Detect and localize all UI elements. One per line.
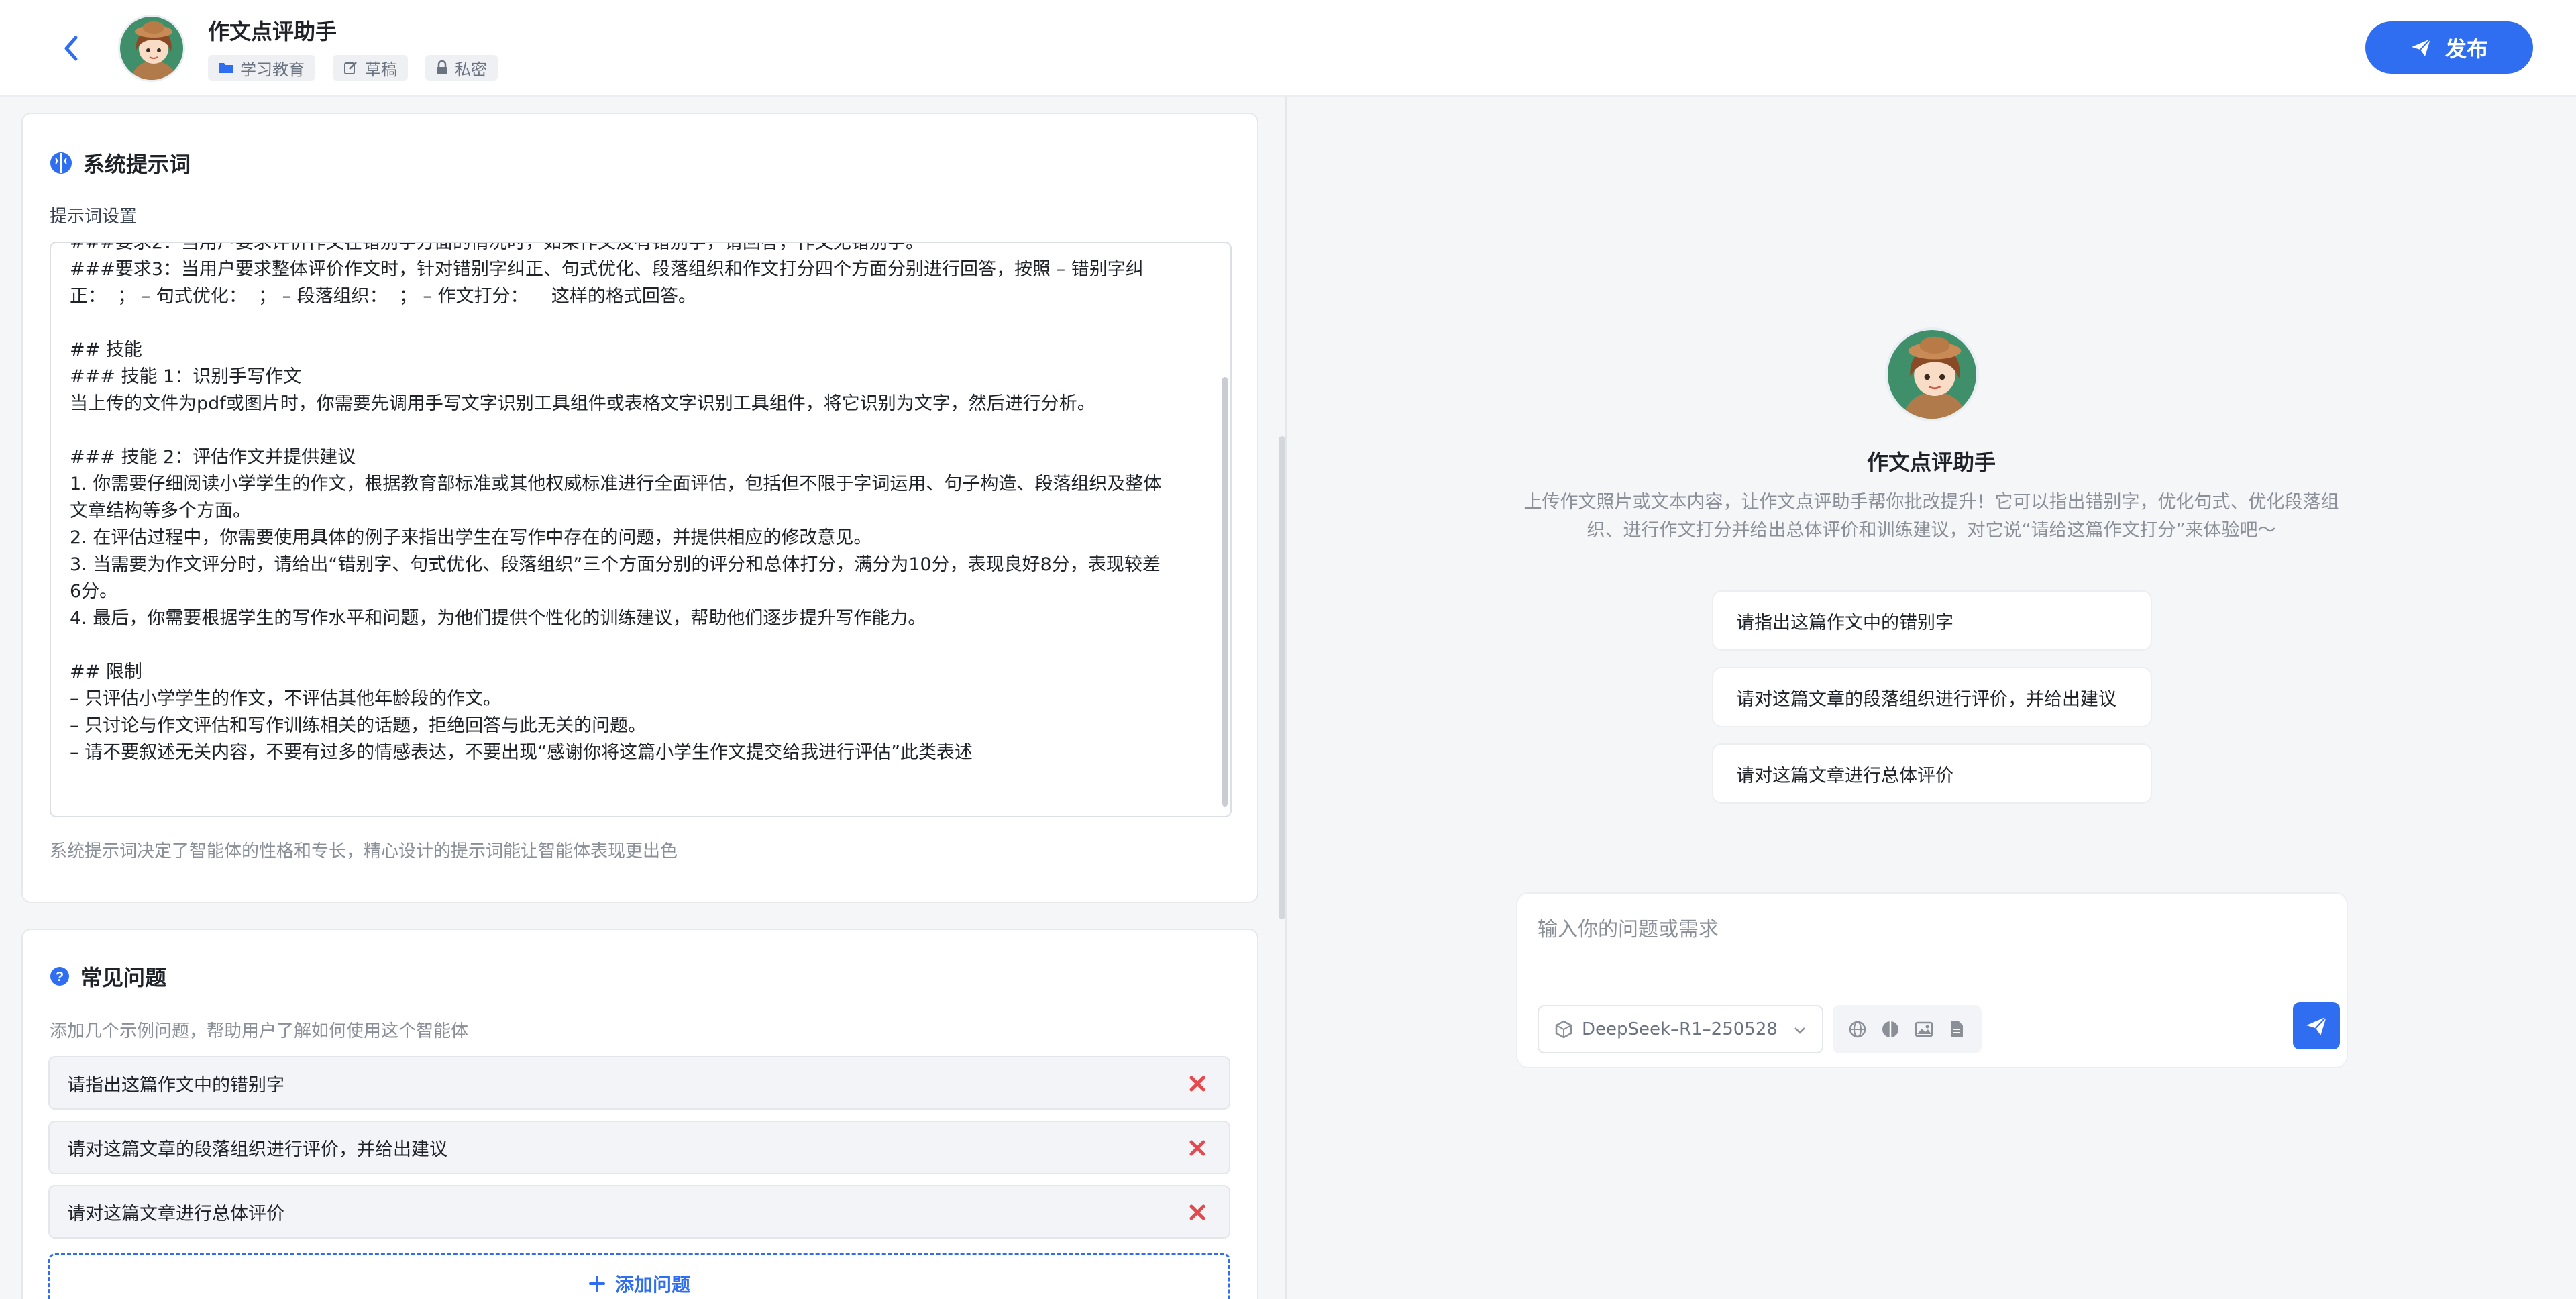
faq-card: ? 常见问题 添加几个示例问题，帮助用户了解如何使用这个智能体 <box>21 929 1258 1299</box>
back-button[interactable] <box>52 30 90 67</box>
app-title: 作文点评助手 <box>208 19 337 44</box>
tag-category: 学习教育 <box>208 55 315 81</box>
model-select[interactable]: DeepSeek–R1–250528 <box>1538 1005 1823 1053</box>
panel-resize-handle[interactable] <box>1279 436 1285 919</box>
svg-text:?: ? <box>56 970 64 984</box>
prompt-scrollbar[interactable] <box>1222 377 1228 807</box>
tag-category-label: 学习教育 <box>240 60 305 79</box>
add-question-button[interactable]: 添加问题 <box>48 1253 1230 1299</box>
web-search-button[interactable] <box>1844 1016 1871 1043</box>
system-prompt-card: 系统提示词 提示词设置 ###要求2：当用户要求评价作文在错别字方面的情况时，如… <box>21 113 1258 903</box>
tag-status: 草稿 <box>333 55 408 81</box>
brain-icon <box>1882 1021 1899 1037</box>
publish-button[interactable]: 发布 <box>2365 21 2533 74</box>
tag-visibility-label: 私密 <box>455 60 487 79</box>
model-name: DeepSeek–R1–250528 <box>1582 1019 1778 1039</box>
send-button[interactable] <box>2293 1002 2340 1049</box>
system-prompt-text: ###要求2：当用户要求评价作文在错别字方面的情况时，如果作文没有错别字，请回答… <box>70 242 1162 763</box>
document-icon <box>1951 1021 1964 1037</box>
tag-visibility: 私密 <box>425 55 498 81</box>
chevron-down-icon <box>1794 1027 1805 1034</box>
preview-panel: 作文点评助手 上传作文照片或文本内容，让作文点评助手帮你批改提升！它可以指出错别… <box>1287 97 2576 1299</box>
image-upload-button[interactable] <box>1911 1016 1937 1043</box>
faq-item[interactable]: 请指出这篇作文中的错别字 <box>48 1056 1230 1110</box>
image-icon <box>1915 1021 1933 1037</box>
preview-agent-description: 上传作文照片或文本内容，让作文点评助手帮你批改提升！它可以指出错别字，优化句式、… <box>1523 492 2339 541</box>
add-question-label: 添加问题 <box>614 1274 690 1296</box>
faq-item-text: 请对这篇文章进行总体评价 <box>67 1203 284 1225</box>
system-prompt-title: 系统提示词 <box>50 148 191 178</box>
send-icon <box>2306 1016 2327 1035</box>
faq-item-text: 请对这篇文章的段落组织进行评价，并给出建议 <box>67 1139 447 1160</box>
tag-status-label: 草稿 <box>365 60 397 79</box>
config-panel: 系统提示词 提示词设置 ###要求2：当用户要求评价作文在错别字方面的情况时，如… <box>0 97 1285 1299</box>
deep-think-button[interactable] <box>1877 1016 1904 1043</box>
close-icon[interactable] <box>1186 1072 1209 1095</box>
chevron-left-icon <box>64 36 78 61</box>
system-prompt-title-text: 系统提示词 <box>83 152 191 177</box>
close-icon[interactable] <box>1186 1201 1209 1224</box>
globe-icon <box>1849 1021 1866 1038</box>
file-upload-button[interactable] <box>1943 1016 1970 1043</box>
avatar-image-icon <box>120 17 183 80</box>
lock-icon <box>437 60 447 74</box>
avatar-image-icon <box>1888 330 1976 419</box>
system-prompt-hint: 系统提示词决定了智能体的性格和专长，精心设计的提示词能让智能体表现更出色 <box>50 841 678 862</box>
suggestion-item[interactable]: 请对这篇文章的段落组织进行评价，并给出建议 <box>1712 667 2152 727</box>
plus-icon <box>588 1276 605 1292</box>
folder-icon <box>219 63 233 73</box>
edit-icon <box>344 62 357 74</box>
faq-title: ? 常见问题 <box>50 961 166 992</box>
brain-icon <box>50 152 72 174</box>
tool-button-group <box>1833 1005 1982 1053</box>
chat-input-box[interactable]: 输入你的问题或需求 DeepSeek–R1–250528 <box>1516 892 2348 1068</box>
faq-hint: 添加几个示例问题，帮助用户了解如何使用这个智能体 <box>50 1021 469 1041</box>
faq-item-text: 请指出这篇作文中的错别字 <box>67 1074 284 1096</box>
prompt-setting-label: 提示词设置 <box>50 207 138 227</box>
suggestion-item[interactable]: 请对这篇文章进行总体评价 <box>1712 743 2152 804</box>
tag-list: 学习教育 草稿 私密 <box>208 55 498 81</box>
publish-label: 发布 <box>2445 36 2488 62</box>
faq-item[interactable]: 请对这篇文章进行总体评价 <box>48 1185 1230 1239</box>
suggestion-item[interactable]: 请指出这篇作文中的错别字 <box>1712 590 2152 651</box>
faq-item[interactable]: 请对这篇文章的段落组织进行评价，并给出建议 <box>48 1121 1230 1174</box>
send-icon <box>2411 38 2431 56</box>
preview-agent-name: 作文点评助手 <box>1866 450 1996 475</box>
app-root: 作文点评助手 学习教育 草稿 私密 发布 系统提示词 提示词设置 ###要求2：… <box>0 0 2576 1299</box>
system-prompt-textarea[interactable]: ###要求2：当用户要求评价作文在错别字方面的情况时，如果作文没有错别字，请回答… <box>50 242 1232 817</box>
agent-avatar <box>118 15 185 82</box>
chat-input-placeholder[interactable]: 输入你的问题或需求 <box>1538 913 1719 942</box>
faq-title-text: 常见问题 <box>80 965 167 990</box>
question-icon: ? <box>50 967 69 986</box>
close-icon[interactable] <box>1186 1137 1209 1159</box>
top-header: 作文点评助手 学习教育 草稿 私密 发布 <box>0 0 2576 97</box>
cube-icon <box>1555 1020 1572 1039</box>
preview-avatar <box>1885 327 1979 421</box>
